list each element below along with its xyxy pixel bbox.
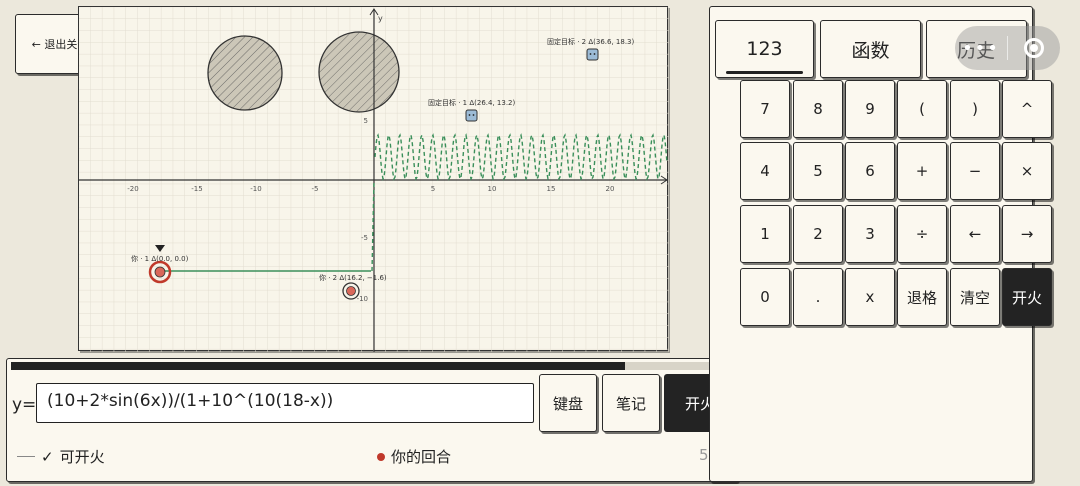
x-tick: 10 (488, 185, 497, 193)
formula-panel: y= (10+2*sin(6x))/(1+10^(10(18-x)) 键盘 笔记… (6, 358, 738, 482)
keypad-panel: 123 函数 历史 7 8 9() ^ 4 5 6 + − × 1 2 3 ÷ ← → 0. x 退格 清空 开火 (709, 6, 1052, 482)
notes-button[interactable]: 笔记 (602, 374, 660, 432)
key-2-3[interactable]: ÷ (897, 205, 947, 263)
tab-functions[interactable]: 函数 (820, 20, 921, 78)
check-icon: ✓ (41, 447, 54, 466)
obstacle-2 (318, 31, 400, 113)
progress-fill (11, 362, 625, 370)
keyboard-label: 键盘 (552, 394, 583, 413)
key-2-2[interactable]: 3 (845, 205, 895, 263)
key-2-5[interactable]: → (1002, 205, 1052, 263)
miniprogram-capsule[interactable]: ••• (955, 26, 1060, 70)
obstacle-1 (207, 35, 283, 111)
fire-status: ✓ 可开火 (17, 446, 105, 467)
formula-input[interactable]: (10+2*sin(6x))/(1+10^(10(18-x)) (36, 383, 534, 423)
tab-numbers-label: 123 (746, 38, 783, 60)
more-icon[interactable]: ••• (955, 38, 1007, 59)
turn-status: 你的回合 (377, 446, 451, 467)
key-0-4[interactable]: ) (950, 80, 1000, 138)
key-0-1[interactable]: 8 (793, 80, 843, 138)
graph-panel[interactable]: y -20 -15 -10 -5 5 10 15 20 5 -5 -10 固定目… (78, 6, 669, 352)
key-3-1[interactable]: . (793, 268, 843, 326)
x-tick: 20 (606, 185, 615, 193)
graph-canvas[interactable]: y -20 -15 -10 -5 5 10 15 20 5 -5 -10 固定目… (79, 7, 669, 352)
key-1-3[interactable]: + (897, 142, 947, 200)
turn-text: 你的回合 (391, 448, 452, 466)
turn-dot-icon (377, 452, 385, 461)
key-0-3[interactable]: ( (897, 80, 947, 138)
x-tick: 5 (431, 185, 435, 193)
key-3-0[interactable]: 0 (740, 268, 790, 326)
y-tick: -5 (361, 234, 368, 242)
key-3-5[interactable]: 开火 (1002, 268, 1052, 326)
key-0-2[interactable]: 9 (845, 80, 895, 138)
key-0-0[interactable]: 7 (740, 80, 790, 138)
dash-icon (17, 456, 35, 457)
y-axis-label: y (378, 14, 383, 23)
x-tick: 15 (547, 185, 556, 193)
key-2-1[interactable]: 2 (793, 205, 843, 263)
key-3-3[interactable]: 退格 (897, 268, 947, 326)
close-capsule-icon[interactable] (1008, 38, 1060, 58)
key-3-4[interactable]: 清空 (950, 268, 1000, 326)
key-1-1[interactable]: 5 (793, 142, 843, 200)
tab-numbers[interactable]: 123 (715, 20, 814, 78)
key-1-2[interactable]: 6 (845, 142, 895, 200)
progress-track (11, 362, 733, 370)
target-1-label: 固定目标 · 1 Δ(26.4, 13.2) (428, 98, 515, 107)
y-tick: -10 (357, 295, 368, 303)
keyboard-button[interactable]: 键盘 (539, 374, 597, 432)
x-tick: -15 (191, 185, 202, 193)
key-3-2[interactable]: x (845, 268, 895, 326)
y-tick: 5 (364, 117, 368, 125)
player-1-label: 你 · 1 Δ(0.0, 0.0) (131, 254, 189, 263)
key-1-0[interactable]: 4 (740, 142, 790, 200)
key-2-0[interactable]: 1 (740, 205, 790, 263)
formula-text: (10+2*sin(6x))/(1+10^(10(18-x)) (47, 391, 334, 411)
player-2-label: 你 · 2 Δ(16.2, −1.6) (319, 273, 387, 282)
x-tick: -5 (312, 185, 319, 193)
x-tick: -10 (250, 185, 261, 193)
tab-active-underline (726, 71, 803, 74)
can-fire-text: 可开火 (59, 448, 105, 466)
key-1-5[interactable]: × (1002, 142, 1052, 200)
formula-prefix: y= (12, 395, 37, 415)
key-2-4[interactable]: ← (950, 205, 1000, 263)
key-1-4[interactable]: − (950, 142, 1000, 200)
x-tick: -20 (127, 185, 138, 193)
notes-label: 笔记 (615, 394, 646, 413)
key-0-5[interactable]: ^ (1002, 80, 1052, 138)
target-2-label: 固定目标 · 2 Δ(36.6, 18.3) (547, 37, 634, 46)
tab-functions-label: 函数 (851, 39, 890, 62)
